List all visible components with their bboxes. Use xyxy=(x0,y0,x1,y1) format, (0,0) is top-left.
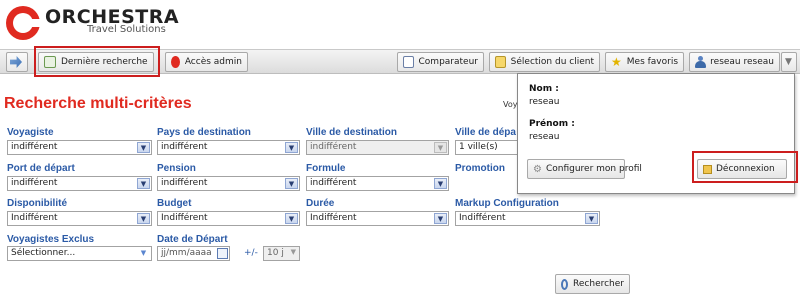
acces-admin-label: Accès admin xyxy=(184,57,242,67)
comparateur-label: Comparateur xyxy=(418,57,478,67)
selection-client-button[interactable]: Sélection du client xyxy=(489,52,600,72)
formule-select[interactable]: indifférent ▼ xyxy=(306,176,449,191)
gear-icon: ⚙ xyxy=(533,163,542,175)
voyagiste-label: Voyagiste xyxy=(7,127,54,138)
port-depart-select[interactable]: indifférent ▼ xyxy=(7,176,152,191)
ville-depart-value: 1 ville(s) xyxy=(459,142,498,152)
nom-label: Nom : xyxy=(529,84,559,94)
disponibilite-select[interactable]: Indifférent ▼ xyxy=(7,211,152,226)
comparateur-button[interactable]: Comparateur xyxy=(397,52,484,72)
date-depart-placeholder: jj/mm/aaaa xyxy=(161,248,212,258)
user-dropdown-toggle[interactable]: ▼ xyxy=(781,52,797,72)
voyagistes-exclus-select[interactable]: Sélectionner... ▼ xyxy=(7,246,152,261)
user-menu-button[interactable]: reseau reseau xyxy=(689,52,780,72)
chevron-down-icon: ▼ xyxy=(137,213,150,224)
chevron-down-icon: ▼ xyxy=(585,213,598,224)
compare-icon xyxy=(403,56,414,68)
pays-destination-value: indifférent xyxy=(161,142,208,152)
voyagistes-exclus-value: Sélectionner... xyxy=(11,248,76,258)
chevron-down-icon: ▼ xyxy=(137,178,150,189)
chevron-down-icon: ▼ xyxy=(434,142,447,153)
pension-label: Pension xyxy=(157,163,196,174)
highlight-deconnexion xyxy=(692,151,798,183)
voyageurs-label-truncated: Voy xyxy=(503,100,518,109)
tolerance-select[interactable]: 10 j ▼ xyxy=(263,246,300,261)
calendar-icon xyxy=(217,248,228,259)
configurer-profil-button[interactable]: ⚙ Configurer mon profil xyxy=(527,159,642,179)
formule-label: Formule xyxy=(306,163,346,174)
rechercher-button[interactable]: Rechercher xyxy=(555,274,630,294)
duree-select[interactable]: Indifférent ▼ xyxy=(306,211,449,226)
disponibilite-label: Disponibilité xyxy=(7,198,67,209)
voyagistes-exclus-label: Voyagistes Exclus xyxy=(7,234,95,245)
port-depart-label: Port de départ xyxy=(7,163,75,174)
user-label: reseau reseau xyxy=(710,57,774,67)
voyagiste-value: indifférent xyxy=(11,142,58,152)
ville-destination-select[interactable]: indifférent ▼ xyxy=(306,140,449,155)
disponibilite-value: Indifférent xyxy=(11,213,58,223)
star-icon: ★ xyxy=(611,55,622,69)
page-title: Recherche multi-critères xyxy=(4,95,192,112)
selection-client-label: Sélection du client xyxy=(510,57,594,67)
ville-destination-label: Ville de destination xyxy=(306,127,397,138)
highlight-derniere-recherche xyxy=(34,46,160,77)
arrow-icon xyxy=(10,56,22,68)
chevron-down-icon: ▼ xyxy=(140,249,147,257)
ville-depart-label: Ville de dépa xyxy=(455,127,516,138)
mes-favoris-button[interactable]: ★ Mes favoris xyxy=(605,52,684,72)
pension-select[interactable]: indifférent ▼ xyxy=(157,176,300,191)
prenom-value: reseau xyxy=(529,132,560,142)
budget-select[interactable]: Indifférent ▼ xyxy=(157,211,300,226)
chevron-down-icon: ▼ xyxy=(785,57,792,67)
budget-value: Indifférent xyxy=(161,213,208,223)
markup-label: Markup Configuration xyxy=(455,198,559,209)
pays-destination-select[interactable]: indifférent ▼ xyxy=(157,140,300,155)
configurer-profil-label: Configurer mon profil xyxy=(545,164,642,174)
tolerance-label: +/- xyxy=(244,248,258,258)
date-depart-label: Date de Départ xyxy=(157,234,228,245)
markup-value: Indifférent xyxy=(459,213,506,223)
pension-value: indifférent xyxy=(161,178,208,188)
duree-value: Indifférent xyxy=(310,213,357,223)
tolerance-value: 10 j xyxy=(267,248,284,258)
bookmark-icon xyxy=(495,56,506,68)
voyagiste-select[interactable]: indifférent ▼ xyxy=(7,140,152,155)
rechercher-label: Rechercher xyxy=(573,279,624,289)
logo-cut xyxy=(24,19,42,27)
formule-value: indifférent xyxy=(310,178,357,188)
chevron-down-icon: ▼ xyxy=(285,213,298,224)
chevron-down-icon: ▼ xyxy=(285,142,298,153)
ville-destination-value: indifférent xyxy=(310,142,357,152)
markup-select[interactable]: Indifférent ▼ xyxy=(455,211,600,226)
brand-subtitle: Travel Solutions xyxy=(87,24,166,35)
chevron-down-icon: ▼ xyxy=(434,178,447,189)
nom-value: reseau xyxy=(529,97,560,107)
ville-depart-select[interactable]: 1 ville(s) xyxy=(455,140,518,155)
chevron-down-icon: ▼ xyxy=(285,178,298,189)
magnifier-icon xyxy=(561,278,569,290)
pays-destination-label: Pays de destination xyxy=(157,127,251,138)
mes-favoris-label: Mes favoris xyxy=(626,57,679,67)
acces-admin-button[interactable]: Accès admin xyxy=(165,52,248,72)
orchestra-small-icon xyxy=(171,56,180,68)
date-depart-input[interactable]: jj/mm/aaaa xyxy=(157,246,230,261)
user-icon xyxy=(695,56,706,68)
home-button[interactable] xyxy=(6,52,28,72)
chevron-down-icon: ▼ xyxy=(290,248,296,256)
budget-label: Budget xyxy=(157,198,192,209)
chevron-down-icon: ▼ xyxy=(137,142,150,153)
duree-label: Durée xyxy=(306,198,335,209)
prenom-label: Prénom : xyxy=(529,119,575,129)
promotion-label: Promotion xyxy=(455,163,505,174)
port-depart-value: indifférent xyxy=(11,178,58,188)
chevron-down-icon: ▼ xyxy=(434,213,447,224)
